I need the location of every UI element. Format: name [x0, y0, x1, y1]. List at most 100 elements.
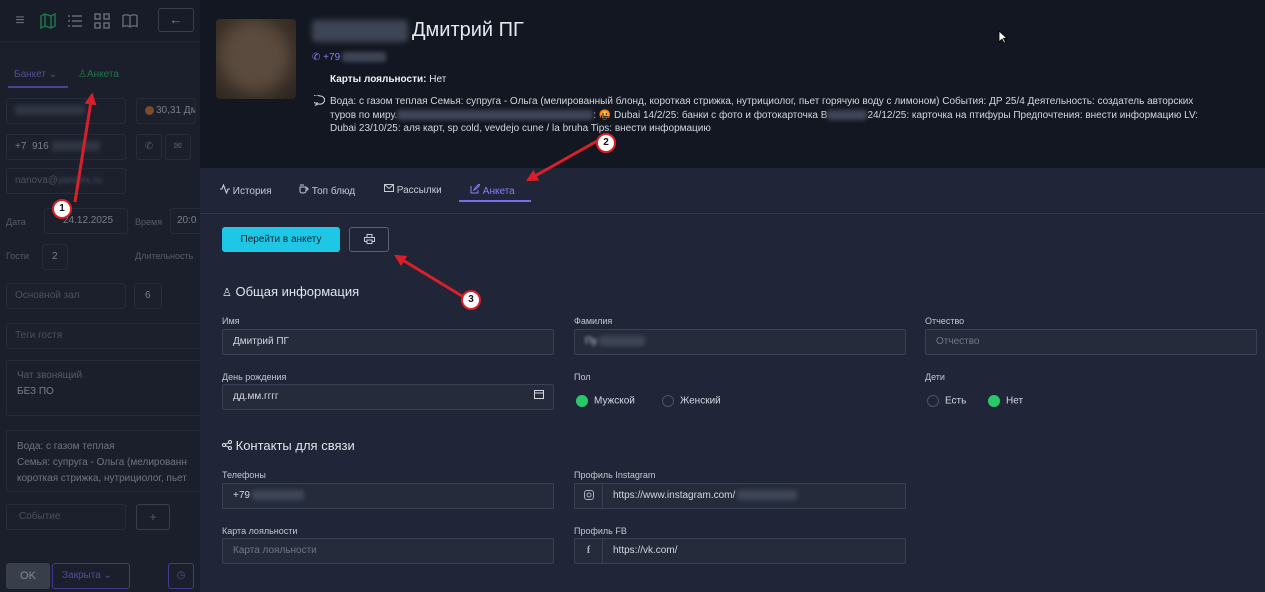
radio-off-icon	[662, 395, 674, 407]
history-button[interactable]: ◷	[168, 563, 194, 589]
left-email-field[interactable]: nanova@yandex.ru	[6, 168, 126, 194]
left-notes-line: Семья: супруга - Ольга (мелированн	[17, 457, 187, 468]
loyalty-card-input[interactable]: Карта лояльности	[222, 538, 554, 564]
radio-on-icon	[576, 395, 588, 407]
mouse-cursor-icon	[998, 30, 1009, 47]
guest-profile-panel: Дмитрий ПГ ✆ +79 Карты лояльности: Нет В…	[200, 0, 1265, 592]
redacted-surname	[312, 20, 408, 42]
grid-icon[interactable]	[92, 11, 112, 31]
cup-icon	[299, 184, 309, 197]
mail-icon	[384, 184, 394, 196]
kids-no-radio[interactable]: Нет	[988, 395, 1023, 407]
gender-female-radio[interactable]: Женский	[662, 395, 721, 407]
left-time-label: Время	[135, 217, 163, 227]
list-icon[interactable]	[65, 11, 85, 31]
hamburger-icon[interactable]: ≡	[10, 11, 30, 31]
status-dot-icon	[145, 105, 154, 115]
phones-input[interactable]: +79	[222, 483, 554, 509]
left-tab-banquet[interactable]: Банкет ⌄	[14, 69, 57, 80]
fb-input[interactable]: f https://vk.com/	[574, 538, 906, 564]
left-tab-underline	[8, 86, 68, 88]
back-button[interactable]: ←	[158, 8, 194, 32]
last-name-label: Фамилия	[574, 316, 613, 326]
user-icon: ♙	[78, 69, 87, 80]
left-notes-line: Вода: с газом теплая	[17, 441, 115, 452]
first-name-label: Имя	[222, 316, 240, 326]
notes-line: Вода: с газом теплая Семья: супруга - Ол…	[330, 96, 1194, 107]
guest-name: Дмитрий ПГ	[412, 19, 524, 41]
patronymic-label: Отчество	[925, 316, 965, 326]
mail-icon: ✉	[173, 141, 183, 152]
first-name-input[interactable]: Дмитрий ПГ	[222, 329, 554, 355]
left-tags-field[interactable]: Теги гостя	[6, 323, 206, 349]
section-contacts-title: Контакты для связи	[222, 438, 355, 453]
tab-top-dishes[interactable]: Топ блюд	[299, 184, 355, 204]
loyalty-card-label: Карта лояльности	[222, 526, 298, 536]
kids-yes-radio[interactable]: Есть	[927, 395, 966, 407]
radio-off-icon	[927, 395, 939, 407]
book-icon[interactable]	[120, 11, 140, 31]
left-chat-box[interactable]: Чат звонящий БЕЗ ПО	[6, 360, 206, 416]
share-icon	[222, 438, 232, 453]
booking-panel: ≡ ← Банкет ⌄ ♙Анкета 30,31 Дм +7 916 ✆ ✉…	[0, 0, 210, 592]
left-guest-chip[interactable]: 30,31 Дм	[136, 98, 196, 124]
left-duration-label: Длительность	[135, 251, 194, 261]
kids-label: Дети	[925, 372, 945, 382]
tab-mailings[interactable]: Рассылки	[384, 184, 442, 204]
calendar-icon[interactable]	[534, 385, 544, 409]
goto-profile-button[interactable]: Перейти в анкету	[222, 227, 340, 252]
print-button[interactable]	[349, 227, 389, 252]
guest-notes: Вода: с газом теплая Семья: супруга - Ол…	[311, 94, 1258, 136]
left-guest-name-field[interactable]	[6, 98, 126, 124]
last-name-input[interactable]: Пу	[574, 329, 906, 355]
user-icon: ♙	[222, 287, 232, 299]
chevron-down-icon: ⌄	[48, 69, 58, 80]
left-event-field[interactable]: Событие	[6, 504, 126, 530]
printer-icon	[363, 233, 375, 245]
birthday-input[interactable]: дд.мм.гггг	[222, 384, 554, 410]
left-hall-field[interactable]: Основной зал	[6, 283, 126, 309]
map-icon[interactable]	[38, 11, 58, 31]
clock-icon: ◷	[176, 570, 186, 581]
annotation-badge-2: 2	[596, 133, 616, 153]
left-toolbar: ≡ ←	[0, 0, 200, 42]
left-phone-field[interactable]: +7 916	[6, 134, 126, 160]
phone-icon: ✆	[312, 52, 321, 63]
radio-on-icon	[988, 395, 1000, 407]
phones-label: Телефоны	[222, 470, 266, 480]
add-event-button[interactable]: +	[136, 504, 170, 530]
gender-male-radio[interactable]: Мужской	[576, 395, 635, 407]
active-tab-indicator	[459, 200, 531, 202]
instagram-input[interactable]: https://www.instagram.com/	[574, 483, 906, 509]
profile-tabs: История Топ блюд Рассылки Анкета	[200, 168, 1265, 214]
patronymic-input[interactable]: Отчество	[925, 329, 1257, 355]
left-guests-field[interactable]: 2	[42, 244, 68, 270]
activity-icon	[220, 183, 230, 197]
notes-line: Dubai 23/10/25: аля карт, sp cold, vevde…	[330, 123, 711, 134]
whatsapp-icon: ✆	[144, 141, 154, 152]
annotation-badge-3: 3	[461, 290, 481, 310]
guest-phone[interactable]: ✆ +79	[312, 52, 387, 63]
annotation-badge-1: 1	[52, 199, 72, 219]
left-notes-box[interactable]: Вода: с газом теплая Семья: супруга - Ол…	[6, 430, 206, 492]
left-guests-label: Гости	[6, 251, 29, 261]
chat-bubble-icon	[311, 94, 326, 111]
guest-header: Дмитрий ПГ ✆ +79 Карты лояльности: Нет В…	[200, 0, 1265, 168]
status-dropdown[interactable]: Закрыта ⌄	[52, 563, 130, 589]
guest-loyalty: Карты лояльности: Нет	[330, 74, 447, 85]
ok-button[interactable]: OK	[6, 563, 50, 589]
arrow-left-icon: ←	[169, 12, 183, 27]
left-tab-profile[interactable]: ♙Анкета	[78, 69, 119, 80]
email-button[interactable]: ✉	[165, 134, 191, 160]
left-chat-label: Чат звонящий	[17, 370, 83, 381]
notes-line: туров по миру.: 🤬 Dubai 14/2/25: банки с…	[330, 109, 1199, 121]
chevron-down-icon: ⌄	[103, 570, 112, 581]
instagram-icon	[575, 484, 603, 508]
whatsapp-button[interactable]: ✆	[136, 134, 162, 160]
edit-icon	[470, 183, 481, 197]
tab-history[interactable]: История	[220, 183, 272, 204]
app-root: ≡ ← Банкет ⌄ ♙Анкета 30,31 Дм +7 916 ✆ ✉…	[0, 0, 1265, 592]
left-hall-number[interactable]: 6	[134, 283, 162, 309]
avatar	[216, 19, 296, 99]
instagram-label: Профиль Instagram	[574, 470, 656, 480]
